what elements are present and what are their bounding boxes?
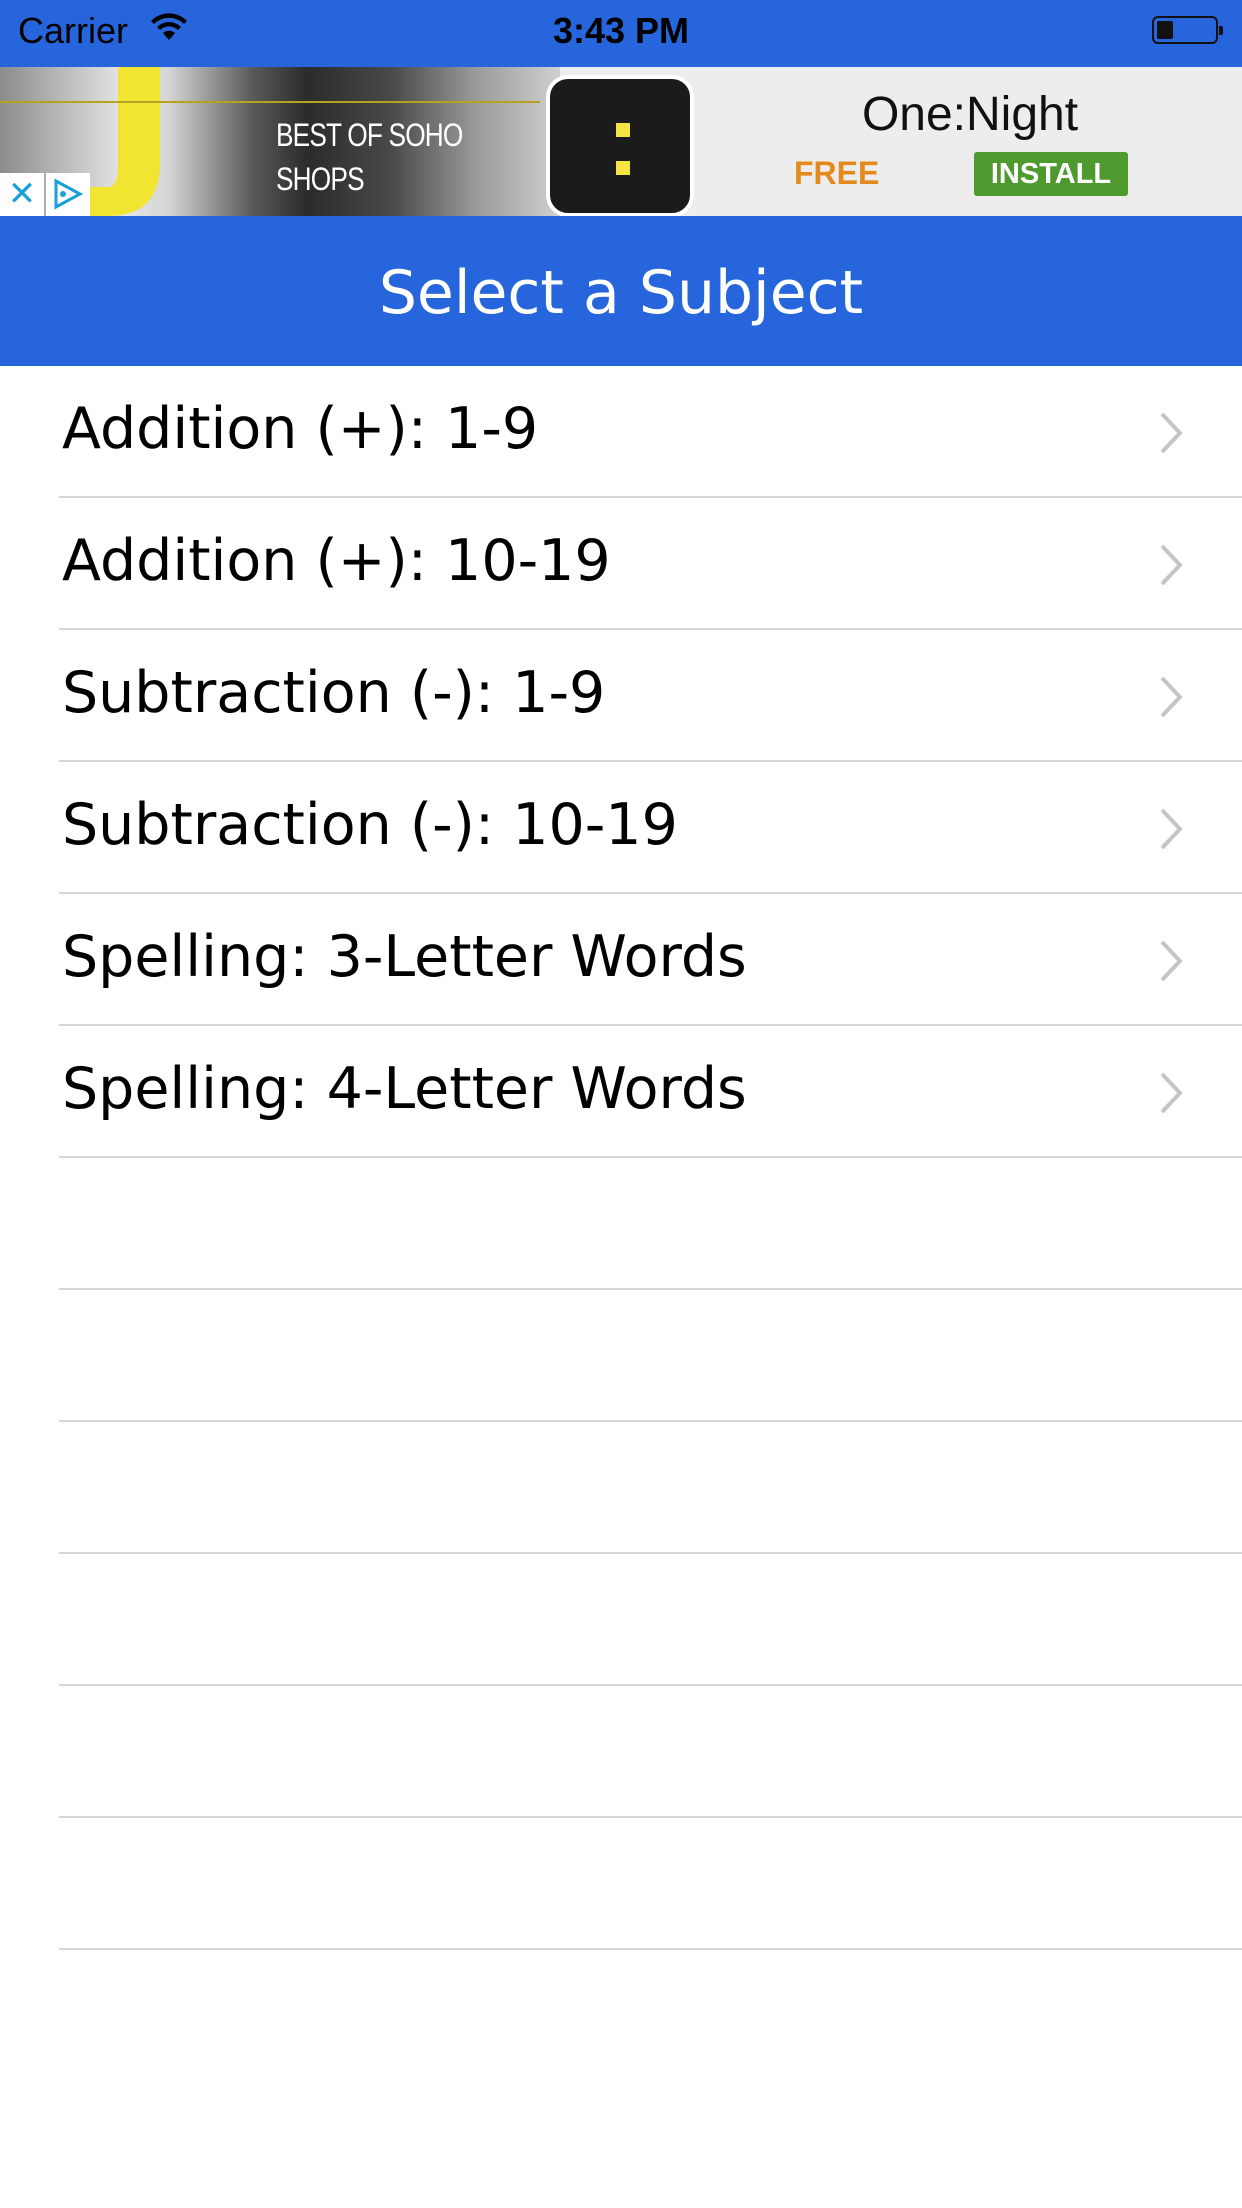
- subject-label: Subtraction (-): 10-19: [62, 792, 678, 858]
- ad-price: FREE: [794, 155, 880, 191]
- chevron-right-icon: [1160, 412, 1183, 454]
- subject-label: Spelling: 3-Letter Words: [62, 924, 747, 990]
- subject-label: Subtraction (-): 1-9: [62, 660, 606, 726]
- page-title: Select a Subject: [378, 258, 864, 328]
- chevron-right-icon: [1160, 940, 1183, 982]
- ad-choices-icon[interactable]: [46, 173, 90, 216]
- ad-install-button[interactable]: INSTALL: [974, 152, 1128, 196]
- subject-label: Spelling: 4-Letter Words: [62, 1056, 747, 1122]
- ad-banner[interactable]: BEST OF SOHO SHOPS ✕ One:Night FREE INST…: [0, 67, 1242, 216]
- chevron-right-icon: [1160, 676, 1183, 718]
- subject-label: Addition (+): 10-19: [62, 528, 611, 594]
- subject-list: Addition (+): 1-9 Addition (+): 10-19 Su…: [0, 366, 1242, 2082]
- empty-row: [0, 1158, 1242, 1290]
- empty-row: [0, 1818, 1242, 1950]
- empty-row: [0, 1422, 1242, 1554]
- ad-photo-text-1: BEST OF SOHO: [276, 117, 463, 153]
- subject-row[interactable]: Addition (+): 1-9: [0, 366, 1242, 498]
- chevron-right-icon: [1160, 808, 1183, 850]
- subject-row[interactable]: Subtraction (-): 1-9: [0, 630, 1242, 762]
- subject-row[interactable]: Spelling: 4-Letter Words: [0, 1026, 1242, 1158]
- ad-app-name[interactable]: One:Night: [780, 87, 1160, 142]
- subject-row[interactable]: Spelling: 3-Letter Words: [0, 894, 1242, 1026]
- empty-row: [0, 1686, 1242, 1818]
- ad-app-icon[interactable]: [546, 75, 694, 216]
- empty-row: [0, 1950, 1242, 2082]
- status-time: 3:43 PM: [552, 10, 690, 51]
- ad-close-icon[interactable]: ✕: [0, 173, 44, 216]
- status-bar: Carrier 3:43 PM: [0, 0, 1242, 67]
- subject-label: Addition (+): 1-9: [62, 396, 539, 462]
- empty-row: [0, 1554, 1242, 1686]
- navigation-bar: Select a Subject: [0, 216, 1242, 366]
- ad-photo-text-2: SHOPS: [276, 161, 365, 197]
- chevron-right-icon: [1160, 544, 1183, 586]
- battery-low-icon: [1152, 16, 1223, 44]
- subject-row[interactable]: Addition (+): 10-19: [0, 498, 1242, 630]
- chevron-right-icon: [1160, 1072, 1183, 1114]
- subject-row[interactable]: Subtraction (-): 10-19: [0, 762, 1242, 894]
- ad-decor-line: [0, 101, 540, 103]
- empty-row: [0, 1290, 1242, 1422]
